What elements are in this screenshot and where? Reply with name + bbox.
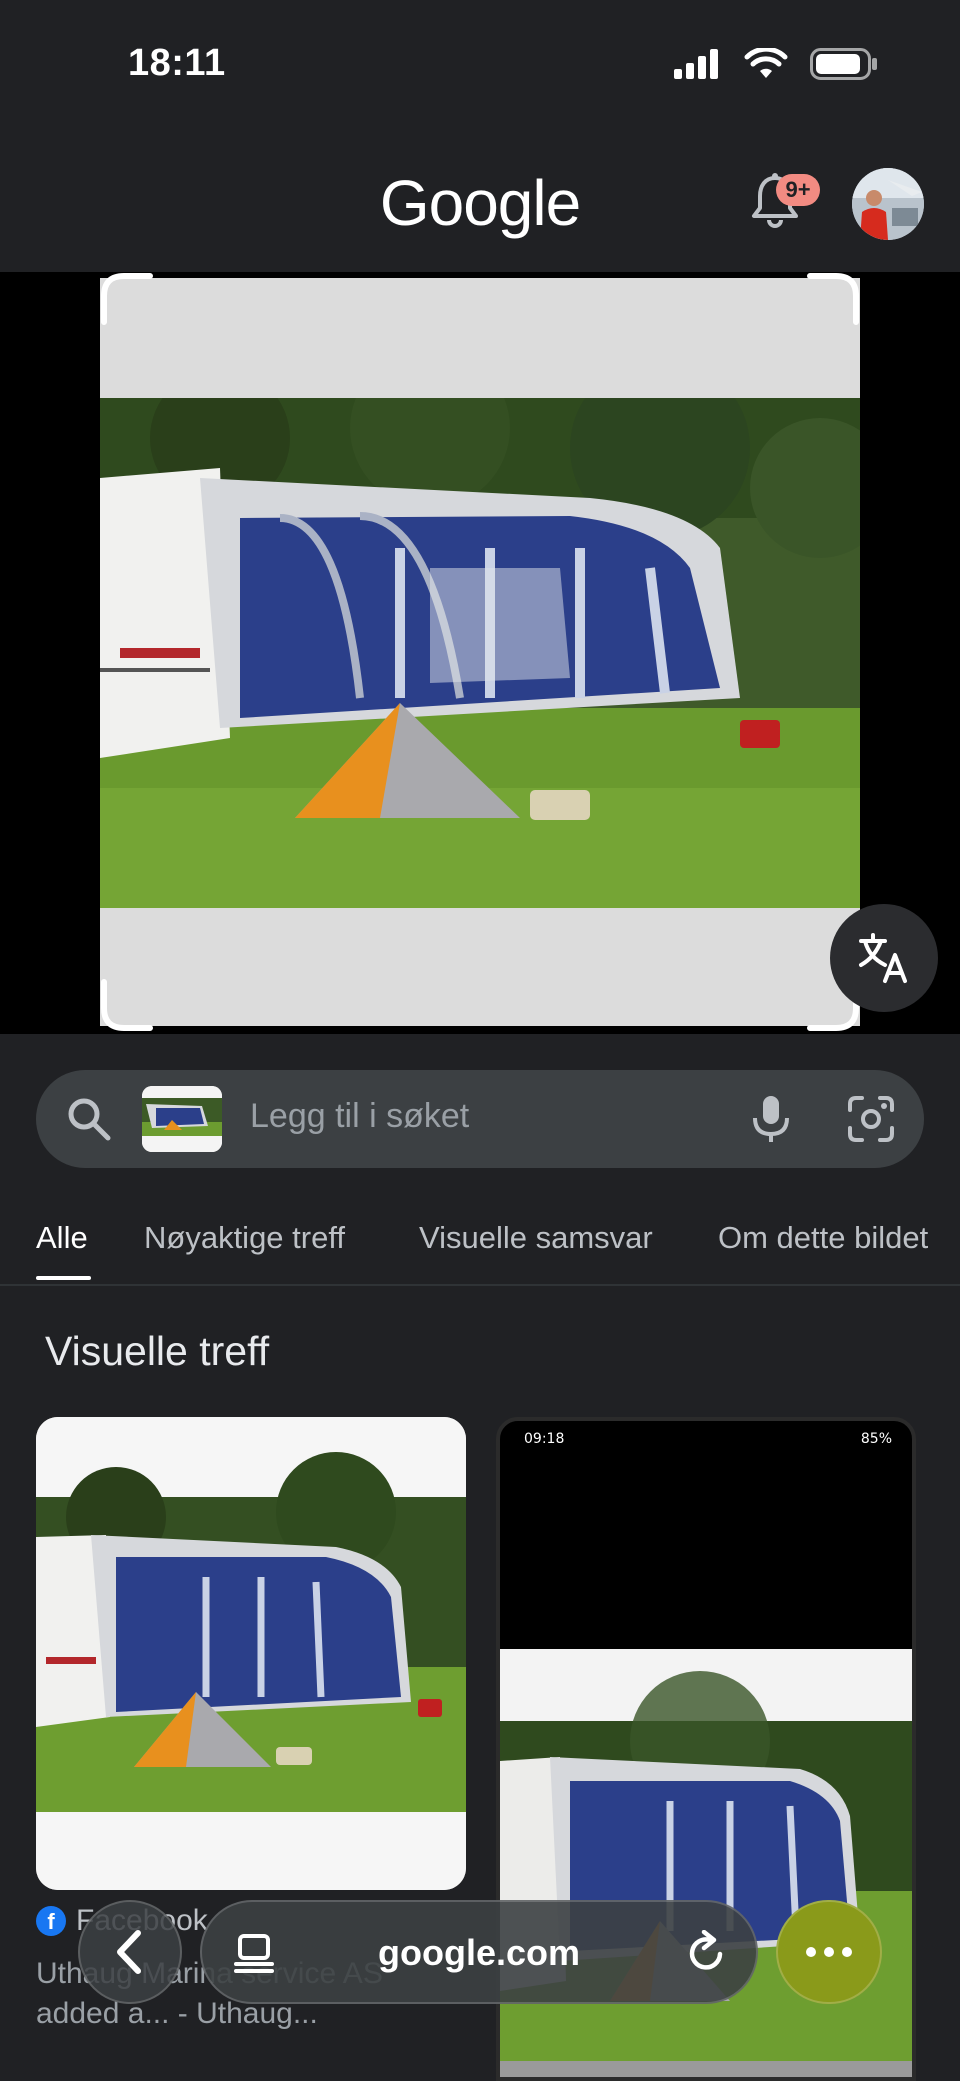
- browser-bottom-bar: google.com: [0, 1896, 960, 2016]
- reload-icon[interactable]: [684, 1930, 728, 1976]
- status-icons: [674, 48, 878, 80]
- search-section: Legg til i søket Alle Nøyaktige treff Vi…: [0, 1034, 960, 1286]
- more-options-button[interactable]: [776, 1900, 882, 2004]
- more-dots-icon: [806, 1947, 852, 1957]
- cellular-signal-icon: [674, 49, 718, 79]
- search-image-thumbnail[interactable]: [142, 1086, 222, 1152]
- tab-all[interactable]: Alle: [36, 1220, 88, 1256]
- wifi-icon: [744, 48, 788, 78]
- battery-icon: [810, 48, 877, 80]
- notification-badge[interactable]: 9+: [776, 174, 820, 206]
- tab-exact-matches[interactable]: Nøyaktige treff: [144, 1220, 345, 1256]
- tab-visual-matches[interactable]: Visuelle samsvar: [419, 1220, 653, 1256]
- search-placeholder[interactable]: Legg til i søket: [250, 1097, 469, 1136]
- translate-button[interactable]: [830, 904, 938, 1012]
- microphone-icon[interactable]: [746, 1092, 796, 1146]
- result-card-1[interactable]: [36, 1417, 466, 1890]
- crop-corner-handles[interactable]: [100, 272, 860, 1032]
- translate-icon: [859, 933, 907, 983]
- result-tabs: Alle Nøyaktige treff Visuelle samsvar Om…: [0, 1206, 960, 1284]
- chevron-left-icon: [117, 1930, 141, 1974]
- result-image-1: [36, 1417, 466, 1890]
- top-bar: Google 9+: [0, 130, 960, 272]
- google-logo[interactable]: Google: [0, 166, 960, 240]
- crop-frame[interactable]: [100, 272, 860, 1032]
- image-preview: [0, 272, 960, 1034]
- status-time: 18:11: [128, 42, 226, 84]
- search-bar[interactable]: Legg til i søket: [36, 1070, 924, 1168]
- tab-about-this-image[interactable]: Om dette bildet: [718, 1220, 928, 1256]
- avatar[interactable]: [852, 168, 924, 240]
- active-tab-indicator: [36, 1276, 91, 1280]
- google-lens-icon[interactable]: [846, 1094, 896, 1144]
- back-button[interactable]: [78, 1900, 182, 2004]
- url-text[interactable]: google.com: [202, 1932, 756, 1974]
- address-bar[interactable]: google.com: [200, 1900, 758, 2004]
- search-icon: [68, 1098, 111, 1141]
- section-title: Visuelle treff: [45, 1328, 270, 1374]
- status-bar: 18:11: [0, 0, 960, 130]
